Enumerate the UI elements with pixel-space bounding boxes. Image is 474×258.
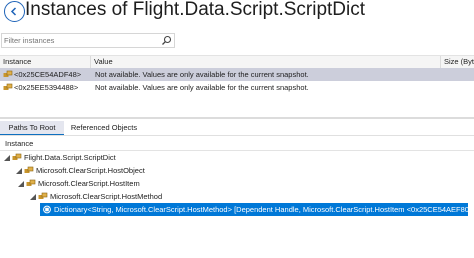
tab-strip: Paths To Root Referenced Objects (0, 121, 474, 135)
window-header: Instances of Flight.Data.Script.ScriptDi… (0, 0, 474, 28)
column-header-instance[interactable]: Instance (0, 56, 90, 68)
filter-input[interactable] (4, 34, 154, 47)
search-icon[interactable] (161, 35, 172, 46)
dependent-handle-icon (43, 205, 51, 214)
expand-triangle-icon[interactable] (30, 194, 36, 200)
object-icon (24, 166, 34, 173)
tree-item[interactable]: Microsoft.ClearScript.HostObject (0, 164, 474, 177)
tree-item-label: Microsoft.ClearScript.HostItem (38, 179, 140, 188)
tree-item-label: Microsoft.ClearScript.HostMethod (50, 192, 163, 201)
table-row[interactable]: <0x25EE5394488> Not available. Values ar… (0, 81, 474, 94)
tree-item-label: Dictionary<String, Microsoft.ClearScript… (54, 205, 474, 214)
object-icon (3, 70, 13, 77)
expand-triangle-icon[interactable] (4, 155, 10, 161)
instance-address: <0x25CE54ADF48> (14, 70, 82, 79)
divider (0, 135, 474, 136)
tree-item[interactable]: Dictionary<String, Microsoft.ClearScript… (40, 203, 474, 216)
object-icon (38, 192, 48, 199)
column-header-size[interactable]: Size (Byte (441, 56, 474, 68)
filter-box[interactable] (1, 33, 175, 48)
object-icon (3, 83, 13, 90)
page-title: Instances of Flight.Data.Script.ScriptDi… (25, 0, 366, 20)
tree-item-label: Flight.Data.Script.ScriptDict (24, 153, 116, 162)
expand-triangle-icon[interactable] (18, 181, 24, 187)
tree-item[interactable]: Microsoft.ClearScript.HostItem (0, 177, 474, 190)
tree-column-header[interactable]: Instance (0, 138, 474, 150)
instance-value: Not available. Values are only available… (95, 83, 309, 92)
tree-item-label: Microsoft.ClearScript.HostObject (36, 166, 145, 175)
expand-triangle-icon[interactable] (16, 168, 22, 174)
column-header-value[interactable]: Value (91, 56, 440, 68)
instance-value: Not available. Values are only available… (95, 70, 309, 79)
object-icon (26, 179, 36, 186)
tab-referenced-objects[interactable]: Referenced Objects (66, 121, 142, 135)
tree-item[interactable]: Microsoft.ClearScript.HostMethod (0, 190, 474, 203)
object-icon (12, 153, 22, 160)
tab-paths-to-root[interactable]: Paths To Root (0, 121, 64, 135)
arrow-left-icon (10, 7, 17, 16)
instance-address: <0x25EE5394488> (14, 83, 79, 92)
back-button[interactable] (4, 1, 25, 22)
grid-header: Instance Value Size (Byte (0, 55, 474, 69)
tree-item[interactable]: Flight.Data.Script.ScriptDict (0, 151, 474, 164)
pane-splitter[interactable] (0, 117, 474, 119)
table-row[interactable]: <0x25CE54ADF48> Not available. Values ar… (0, 68, 474, 81)
